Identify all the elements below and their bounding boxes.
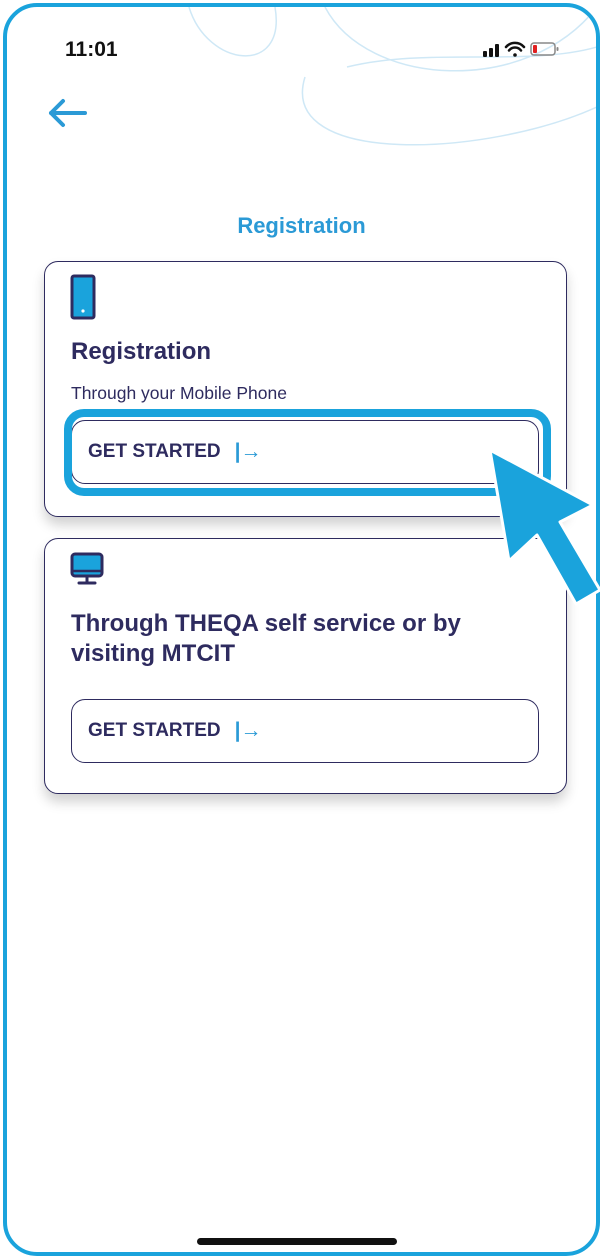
status-icons xyxy=(483,41,559,57)
mobile-registration-card: Registration Through your Mobile Phone G… xyxy=(44,261,567,517)
back-button[interactable] xyxy=(39,91,93,135)
arrow-right-to-bar-icon: |→ xyxy=(234,440,262,463)
mobile-phone-icon xyxy=(70,274,96,320)
arrow-right-to-bar-icon: |→ xyxy=(234,719,262,742)
card-subtitle: Through your Mobile Phone xyxy=(71,383,287,403)
page-title: Registration xyxy=(237,213,366,238)
wifi-icon xyxy=(504,41,526,57)
status-time: 11:01 xyxy=(65,38,118,61)
card-title: Through THEQA self service or by visitin… xyxy=(71,610,461,667)
desktop-monitor-icon xyxy=(70,552,104,585)
status-bar: 11:01 xyxy=(7,7,596,77)
cellular-signal-icon xyxy=(483,44,499,57)
get-started-mobile-button[interactable]: GET STARTED |→ xyxy=(71,420,539,484)
self-service-registration-card: Through THEQA self service or by visitin… xyxy=(44,538,567,794)
home-indicator xyxy=(197,1238,397,1245)
arrow-left-icon xyxy=(49,99,87,127)
get-started-self-service-button[interactable]: GET STARTED |→ xyxy=(71,699,539,763)
card-title: Registration xyxy=(71,338,212,365)
button-label: GET STARTED xyxy=(88,441,221,462)
battery-icon xyxy=(530,42,559,56)
button-label: GET STARTED xyxy=(88,720,221,741)
